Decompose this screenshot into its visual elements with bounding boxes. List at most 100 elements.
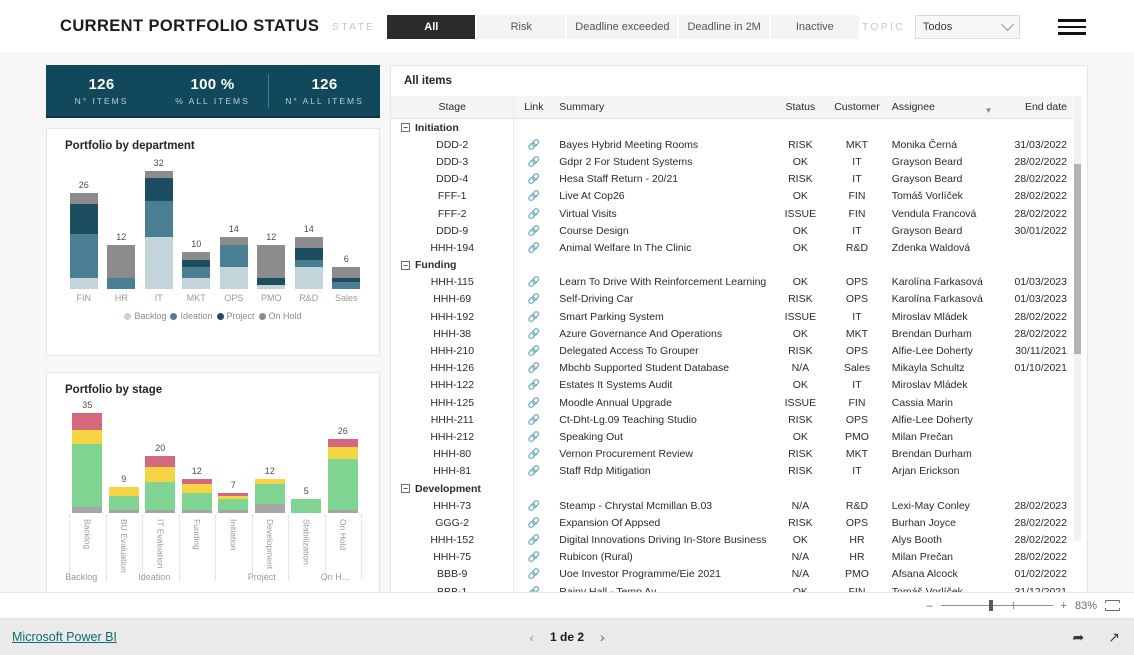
table-row[interactable]: DDD-3 🔗 Gdpr 2 For Student Systems OK IT Gray… xyxy=(391,153,1073,171)
legend-item-project[interactable]: Project xyxy=(216,311,255,321)
table-row[interactable]: HHH-194 🔗 Animal Welfare In The Clinic OK R&… xyxy=(391,239,1073,257)
hamburger-menu-icon[interactable] xyxy=(1058,19,1086,35)
bar-segment-ideation[interactable] xyxy=(294,259,323,267)
state-filter-deadline-in-2m[interactable]: Deadline in 2M xyxy=(679,15,771,39)
table-row[interactable]: HHH-81 🔗 Staff Rdp Mitigation RISK IT Arjan E… xyxy=(391,462,1073,480)
chevron-right-icon[interactable]: › xyxy=(600,629,605,645)
table-row[interactable]: HHH-75 🔗 Rubicon (Rural) N/A HR Milan Prečan 2… xyxy=(391,548,1073,566)
table-column-assignee[interactable]: Assignee ▼ xyxy=(885,96,999,119)
link-icon[interactable]: 🔗 xyxy=(528,535,540,546)
cell-link[interactable]: 🔗 xyxy=(513,153,554,171)
bar-segment-issue[interactable] xyxy=(72,413,103,431)
bar-on-hold[interactable] xyxy=(327,438,358,513)
bar-segment-ideation[interactable] xyxy=(332,281,361,289)
bar-segment-risk[interactable] xyxy=(72,430,103,445)
chevron-left-icon[interactable]: ‹ xyxy=(529,629,534,645)
table-scrollbar[interactable] xyxy=(1074,96,1081,541)
bar-segment-ok[interactable] xyxy=(181,493,212,511)
bar-pmo[interactable] xyxy=(257,244,286,289)
bar-ops[interactable] xyxy=(219,237,248,289)
link-icon[interactable]: 🔗 xyxy=(528,277,540,288)
bar-mkt[interactable] xyxy=(182,252,211,289)
fullscreen-icon[interactable]: ↗ xyxy=(1108,629,1120,646)
bar-r-d[interactable] xyxy=(294,237,323,289)
bar-segment-project[interactable] xyxy=(294,248,323,260)
bar-fin[interactable] xyxy=(69,193,98,289)
table-row[interactable]: HHH-122 🔗 Estates It Systems Audit OK IT Miro… xyxy=(391,376,1073,394)
bar-segment-on-hold[interactable] xyxy=(107,244,136,278)
cell-link[interactable]: 🔗 xyxy=(513,187,554,205)
state-filter-inactive[interactable]: Inactive xyxy=(770,15,861,39)
table-header-row[interactable]: Stage Link Summary Status Customer Assignee ▼ E… xyxy=(391,96,1073,119)
bar-segment-n-a[interactable] xyxy=(218,510,249,513)
link-icon[interactable]: 🔗 xyxy=(528,346,540,357)
table-group-row[interactable]: − Initiation xyxy=(391,118,1073,137)
cell-link[interactable]: 🔗 xyxy=(513,531,554,549)
cell-link[interactable]: 🔗 xyxy=(513,136,554,154)
group-header-cell[interactable]: − Funding xyxy=(391,257,514,274)
cell-link[interactable]: 🔗 xyxy=(513,376,554,394)
bar-segment-ideation[interactable] xyxy=(69,233,98,278)
bar-segment-ok[interactable] xyxy=(291,498,322,513)
topic-dropdown[interactable]: Todos xyxy=(914,15,1020,39)
bar-segment-project[interactable] xyxy=(182,259,211,267)
bar-segment-backlog[interactable] xyxy=(144,237,173,289)
bar-it[interactable] xyxy=(144,171,173,289)
bar-segment-n-a[interactable] xyxy=(327,510,358,513)
bar-segment-ideation[interactable] xyxy=(182,266,211,278)
table-row[interactable]: DDD-4 🔗 Hesa Staff Return - 20/21 RISK IT Gra… xyxy=(391,170,1073,188)
table-row[interactable]: HHH-210 🔗 Delegated Access To Grouper RISK O… xyxy=(391,342,1073,360)
link-icon[interactable]: 🔗 xyxy=(528,466,540,477)
table-row[interactable]: HHH-125 🔗 Moodle Annual Upgrade ISSUE FIN Cas… xyxy=(391,394,1073,412)
bar-segment-ideation[interactable] xyxy=(144,200,173,238)
link-icon[interactable]: 🔗 xyxy=(528,415,540,426)
cell-link[interactable]: 🔗 xyxy=(513,204,554,223)
state-filter-risk[interactable]: Risk xyxy=(477,15,568,39)
bar-segment-ideation[interactable] xyxy=(219,244,248,267)
bar-segment-on-hold[interactable] xyxy=(182,252,211,260)
bar-segment-ok[interactable] xyxy=(327,458,358,511)
link-icon[interactable]: 🔗 xyxy=(528,552,540,563)
bar-segment-ideation[interactable] xyxy=(107,277,136,289)
table-column-link[interactable]: Link xyxy=(513,96,554,119)
link-icon[interactable]: 🔗 xyxy=(528,243,540,254)
legend-item-backlog[interactable]: Backlog xyxy=(124,311,166,321)
bar-it-evaluation[interactable] xyxy=(145,455,176,513)
bar-segment-n-a[interactable] xyxy=(145,510,176,513)
bar-bu-evaluation[interactable] xyxy=(108,487,139,513)
collapse-expander-icon[interactable]: − xyxy=(401,260,410,270)
table-row[interactable]: HHH-152 🔗 Digital Innovations Driving In-S… xyxy=(391,531,1073,549)
table-scrollbar-thumb[interactable] xyxy=(1074,164,1081,354)
bar-initiation[interactable] xyxy=(218,493,249,513)
table-column-customer[interactable]: Customer xyxy=(828,96,886,119)
cell-link[interactable]: 🔗 xyxy=(513,411,554,429)
bar-segment-ok[interactable] xyxy=(254,484,285,505)
cell-link[interactable]: 🔗 xyxy=(513,342,554,360)
bar-sales[interactable] xyxy=(332,266,361,289)
bar-segment-backlog[interactable] xyxy=(219,266,248,289)
bar-segment-ok[interactable] xyxy=(218,498,249,511)
cell-link[interactable]: 🔗 xyxy=(513,548,554,566)
bar-segment-backlog[interactable] xyxy=(257,285,286,289)
table-column-end-date[interactable]: End date xyxy=(998,96,1073,119)
bar-segment-project[interactable] xyxy=(69,204,98,234)
bar-segment-risk[interactable] xyxy=(145,467,176,482)
link-icon[interactable]: 🔗 xyxy=(528,157,540,168)
bar-segment-on-hold[interactable] xyxy=(144,171,173,179)
table-row[interactable]: BBB-9 🔗 Uoe Investor Programme/Eie 2021 N/A… xyxy=(391,565,1073,584)
table-group-row[interactable]: − Funding xyxy=(391,256,1073,274)
department-legend[interactable]: Backlog Ideation Project On Hold xyxy=(47,311,379,321)
link-icon[interactable]: 🔗 xyxy=(528,226,540,237)
link-icon[interactable]: 🔗 xyxy=(528,398,540,409)
bar-segment-issue[interactable] xyxy=(327,438,358,448)
plus-icon[interactable]: + xyxy=(1061,600,1067,612)
footer-actions[interactable]: ➦ ↗ xyxy=(1073,629,1120,646)
collapse-expander-icon[interactable]: − xyxy=(401,123,410,133)
bar-segment-backlog[interactable] xyxy=(294,266,323,289)
link-icon[interactable]: 🔗 xyxy=(528,569,540,580)
link-icon[interactable]: 🔗 xyxy=(528,518,540,529)
zoom-slider-thumb[interactable] xyxy=(988,600,993,611)
table-row[interactable]: DDD-2 🔗 Bayes Hybrid Meeting Rooms RISK MKT M… xyxy=(391,136,1073,154)
bar-segment-project[interactable] xyxy=(144,178,173,201)
bar-segment-ok[interactable] xyxy=(72,444,103,508)
